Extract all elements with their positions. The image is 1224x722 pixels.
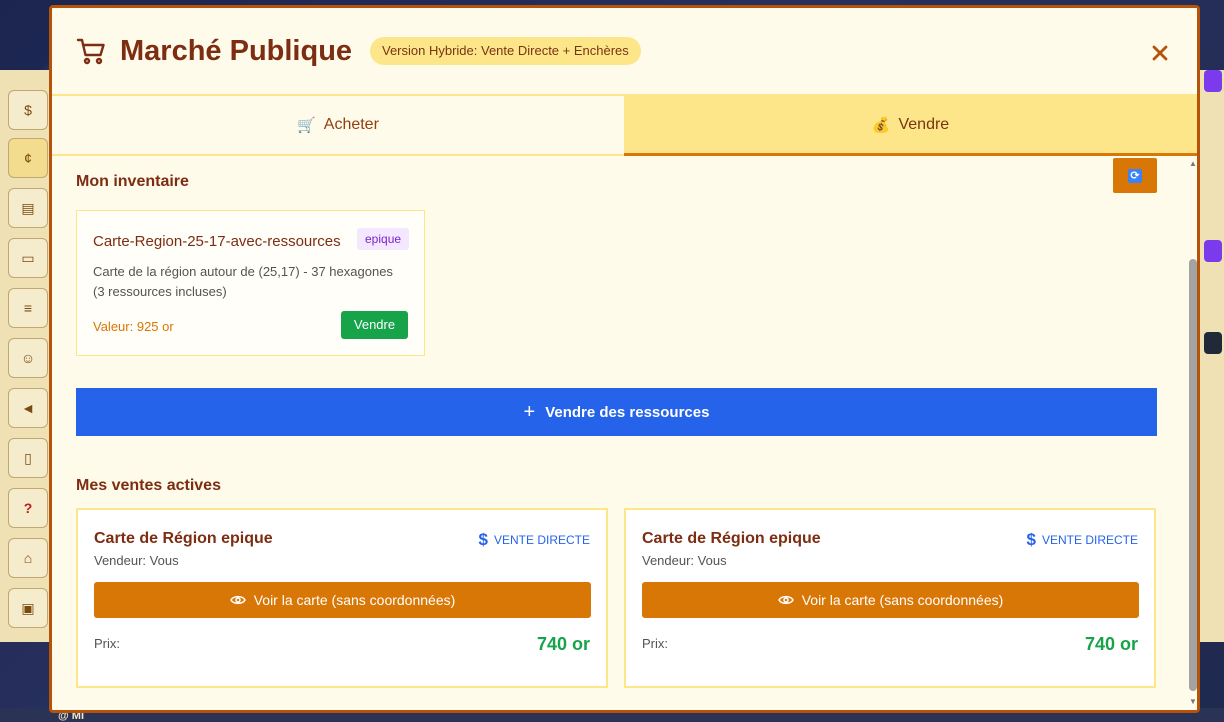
sale-type-badge: $ VENTE DIRECTE <box>479 530 590 550</box>
status-chip <box>1204 70 1222 92</box>
tab-acheter[interactable]: 🛒 Acheter <box>52 96 624 156</box>
scroll-down-icon[interactable]: ▼ <box>1188 697 1197 707</box>
book-icon[interactable]: ▯ <box>8 438 48 478</box>
shopping-cart-icon <box>76 38 105 65</box>
sell-item-button[interactable]: Vendre <box>341 311 408 339</box>
refresh-button[interactable]: ⟳ <box>1113 158 1157 193</box>
tab-label: Vendre <box>898 115 950 133</box>
tab-vendre[interactable]: 💰 Vendre <box>624 96 1197 156</box>
item-description: Carte de la région autour de (25,17) - 3… <box>93 264 393 299</box>
money-bag-icon: 💰 <box>871 116 891 134</box>
price-label: Prix: <box>94 636 120 651</box>
money-bag-icon[interactable]: $ <box>8 90 48 130</box>
active-sales-title: Mes ventes actives <box>76 477 221 494</box>
item-name: Carte-Region-25-17-avec-ressources <box>93 233 341 250</box>
rarity-badge: epique <box>357 228 410 250</box>
sale-type-label: VENTE DIRECTE <box>1041 533 1138 547</box>
item-value: Valeur: 925 or <box>93 319 174 334</box>
bank-icon[interactable]: ⌂ <box>8 538 48 578</box>
scroll-thumb[interactable] <box>1189 259 1197 691</box>
sale-title: Carte de Région epique <box>642 530 821 547</box>
left-toolbar: $ ¢ ▤ ▭ ≡ ☺ ◄ ▯ ? ⌂ ▣ <box>0 70 50 642</box>
scroll-up-icon[interactable]: ▲ <box>1188 159 1197 169</box>
view-map-button[interactable]: Voir la carte (sans coordonnées) <box>94 582 591 618</box>
chart-icon[interactable]: ▤ <box>8 188 48 228</box>
map-icon[interactable]: ▭ <box>8 238 48 278</box>
sell-panel: Mon inventaire ⟳ Carte-Region-25-17-avec… <box>52 156 1186 710</box>
sell-resources-label: Vendre des ressources <box>545 403 710 421</box>
active-sale-card: Carte de Région epique $ VENTE DIRECTE V… <box>76 508 608 688</box>
price-label: Prix: <box>642 636 668 651</box>
inventory-item: Carte-Region-25-17-avec-ressources epiqu… <box>76 210 425 356</box>
price-value: 740 or <box>1084 634 1138 654</box>
sale-title: Carte de Région epique <box>94 530 273 547</box>
sale-seller: Vendeur: Vous <box>642 553 727 568</box>
right-toolbar <box>1197 70 1224 642</box>
plus-icon: + <box>523 401 536 423</box>
close-button[interactable] <box>1149 42 1171 64</box>
view-map-label: Voir la carte (sans coordonnées) <box>801 592 1004 608</box>
modal-header: Marché Publique Version Hybride: Vente D… <box>52 8 1197 94</box>
sale-seller: Vendeur: Vous <box>94 553 179 568</box>
price-value: 740 or <box>536 634 590 654</box>
view-map-button[interactable]: Voir la carte (sans coordonnées) <box>642 582 1139 618</box>
version-badge: Version Hybride: Vente Directe + Enchère… <box>370 37 641 65</box>
tab-label: Acheter <box>323 116 379 133</box>
dollar-icon: $ <box>1026 530 1036 549</box>
eye-icon <box>777 595 794 605</box>
scroll-icon[interactable]: ≡ <box>8 288 48 328</box>
theater-icon[interactable]: ☺ <box>8 338 48 378</box>
market-modal: Marché Publique Version Hybride: Vente D… <box>49 5 1200 713</box>
refresh-icon: ⟳ <box>1128 168 1142 183</box>
close-icon[interactable] <box>1152 45 1168 61</box>
view-map-label: Voir la carte (sans coordonnées) <box>253 592 456 608</box>
active-sale-card: Carte de Région epique $ VENTE DIRECTE V… <box>624 508 1156 688</box>
dollar-icon: $ <box>478 530 488 549</box>
gem-icon <box>1204 332 1222 354</box>
sale-type-badge: $ VENTE DIRECTE <box>1027 530 1138 550</box>
sale-type-label: VENTE DIRECTE <box>493 533 590 547</box>
shopping-cart-icon: 🛒 <box>297 117 316 134</box>
scrollbar[interactable]: ▲ ▼ <box>1186 156 1197 710</box>
market-tabs: 🛒 Acheter 💰 Vendre <box>52 94 1197 156</box>
atlas-icon[interactable]: ▣ <box>8 588 48 628</box>
coin-icon[interactable]: ¢ <box>8 138 48 178</box>
status-chip <box>1204 240 1222 262</box>
help-icon[interactable]: ? <box>8 488 48 528</box>
modal-title: Marché Publique <box>120 35 353 67</box>
sell-resources-button[interactable]: + Vendre des ressources <box>76 388 1157 436</box>
eye-icon <box>229 595 246 605</box>
inventory-title: Mon inventaire <box>76 173 189 190</box>
megaphone-icon[interactable]: ◄ <box>8 388 48 428</box>
